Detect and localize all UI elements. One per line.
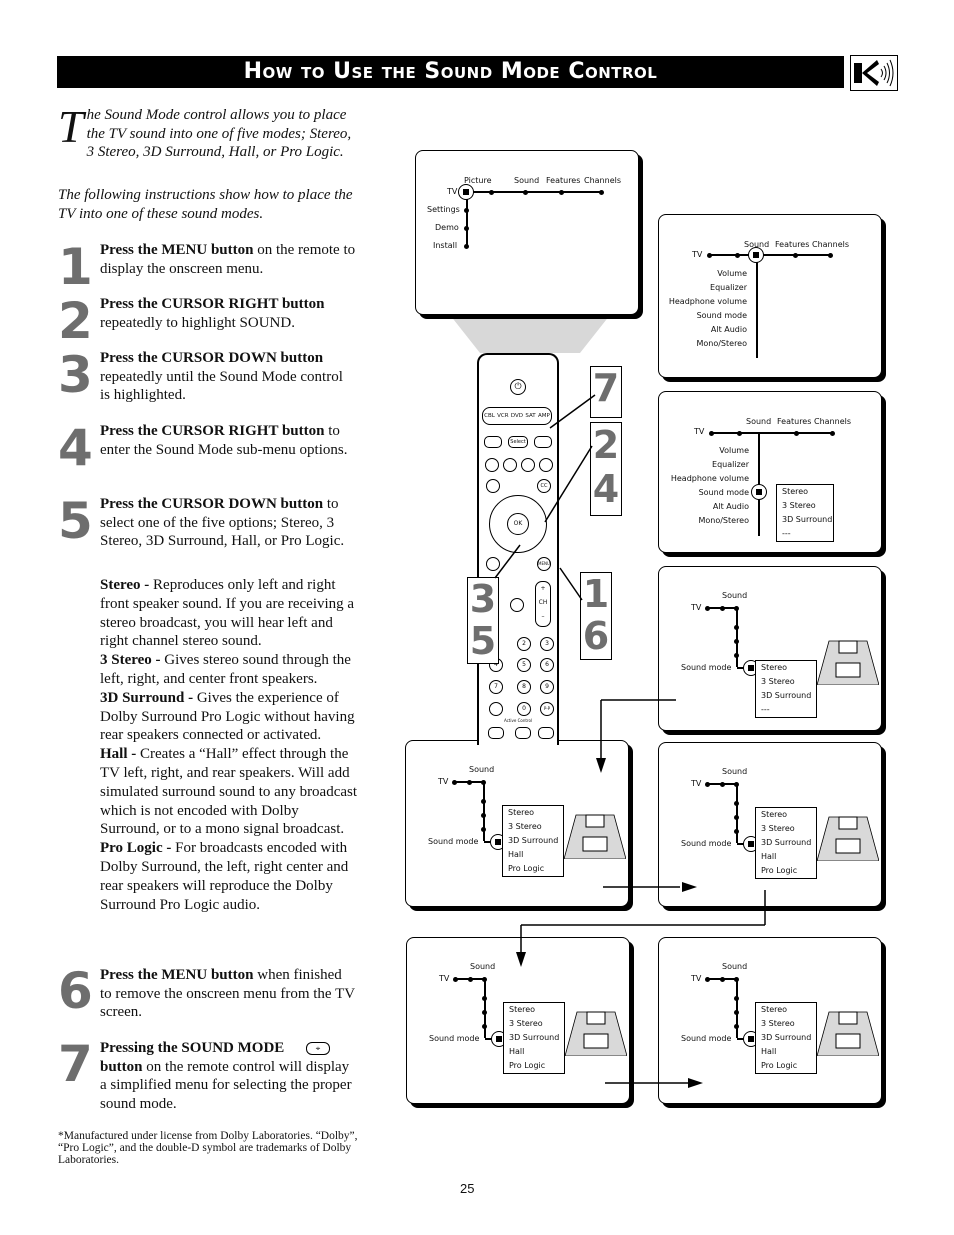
connector-arrows <box>494 394 766 1088</box>
